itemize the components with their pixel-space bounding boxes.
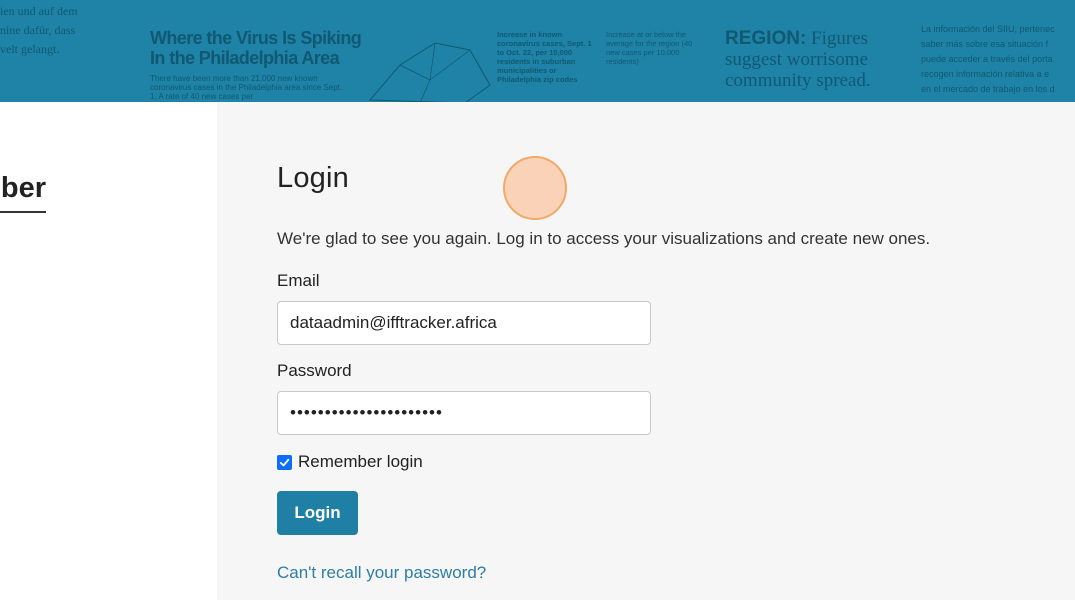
forgot-password-link[interactable]: Can't recall your password? (277, 563, 486, 583)
banner-region-line: Figures (806, 28, 869, 49)
banner-german-line: velt gelangt. (0, 42, 60, 56)
email-field[interactable] (277, 301, 651, 345)
hero-banner: ien und auf dem nine dafür, dass velt ge… (0, 0, 1075, 102)
banner-german-text: ien und auf dem nine dafür, dass velt ge… (0, 2, 78, 59)
banner-german-line: nine dafür, dass (0, 23, 76, 37)
signup-panel: Become a member (0, 102, 217, 600)
password-field[interactable] (277, 391, 651, 435)
login-button[interactable]: Login (277, 491, 358, 535)
banner-spanish-line: en el mercado de trabajo en los d (921, 84, 1055, 94)
banner-spanish-line: saber más sobre esa situación f (921, 39, 1049, 49)
checkmark-icon (279, 458, 290, 466)
remember-login-row[interactable]: Remember login (277, 452, 423, 472)
banner-spanish-line: puede acceder a través del porta (921, 54, 1053, 64)
banner-spanish-line: recogen información relativa a e (921, 69, 1050, 79)
remember-login-label: Remember login (298, 452, 423, 471)
password-label: Password (277, 361, 352, 380)
banner-region-line: suggest worrisome (725, 49, 869, 70)
banner-map-graphic (368, 42, 491, 102)
signup-title: Become a member (0, 172, 46, 213)
banner-region-line: community spread. (725, 70, 871, 91)
login-title: Login (277, 162, 349, 194)
login-panel: Login We're glad to see you again. Log i… (217, 102, 1075, 600)
login-intro-text: We're glad to see you again. Log in to a… (277, 229, 931, 248)
banner-german-line: ien und auf dem (0, 4, 78, 18)
banner-region-text: REGION: Figures suggest worrisome commun… (725, 28, 871, 91)
banner-stat-text: Increase in known coronavirus cases, Sep… (497, 30, 592, 84)
banner-subtext: There have been more than 21,000 new kno… (150, 74, 343, 101)
banner-headline-line: In the Philadelphia Area (150, 48, 340, 68)
remember-login-checkbox[interactable] (277, 454, 292, 470)
banner-region-label: REGION: (725, 28, 807, 49)
banner-legend-text: Increase at or below the average for the… (606, 30, 693, 66)
banner-spanish-line: La información del SIIU, pertenec (921, 24, 1055, 34)
banner-spanish-text: La información del SIIU, pertenec saber … (921, 22, 1075, 97)
cursor-click-indicator (503, 156, 567, 220)
banner-headline-line: Where the Virus Is Spiking (150, 28, 362, 48)
email-label: Email (277, 271, 320, 290)
banner-headline: Where the Virus Is Spiking In the Philad… (150, 28, 362, 68)
